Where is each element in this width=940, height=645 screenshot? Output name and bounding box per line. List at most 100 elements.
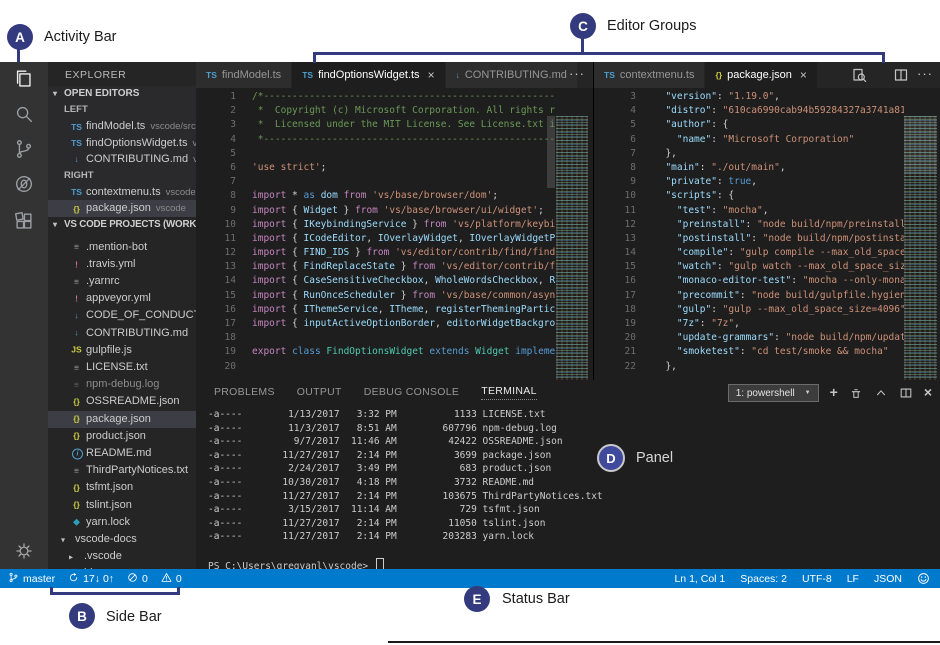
more-actions-icon[interactable]: ··· — [569, 62, 585, 86]
close-icon[interactable]: × — [428, 70, 435, 80]
annotation-c-bracket-right-tick — [882, 52, 885, 63]
tree-item[interactable]: ↓CONTRIBUTING.md — [48, 325, 196, 342]
open-editor-item[interactable]: TScontextmenu.tsvscode/src/... — [48, 184, 196, 200]
status-label: 0 — [176, 573, 182, 585]
editor-left[interactable]: 1/*-------------------------------------… — [196, 88, 593, 380]
debug-icon[interactable] — [13, 173, 35, 195]
split-panel-icon[interactable] — [899, 386, 913, 400]
split-editor-icon[interactable] — [893, 67, 909, 83]
tab-package.json[interactable]: {}package.json× — [705, 62, 817, 88]
annotation-d-letter: D — [606, 451, 615, 466]
chevron-down-icon[interactable]: ▾ — [61, 531, 65, 548]
tab-label: findOptionsWidget.ts — [318, 69, 420, 81]
terminal-picker-dropdown[interactable]: 1: powershell ▼ — [728, 384, 819, 402]
maximize-panel-icon[interactable] — [874, 386, 888, 400]
tree-item[interactable]: ≡LICENSE.txt — [48, 359, 196, 376]
panel-tab-problems[interactable]: PROBLEMS — [214, 386, 275, 398]
open-editor-item[interactable]: {}package.jsonvscode — [48, 200, 196, 216]
minimap[interactable] — [556, 116, 588, 380]
close-icon[interactable]: × — [800, 70, 807, 80]
tree-item[interactable]: {}OSSREADME.json — [48, 393, 196, 410]
tree-item[interactable]: iREADME.md — [48, 445, 196, 462]
tree-item[interactable]: ◆yarn.lock — [48, 514, 196, 531]
status-errors[interactable]: 0 — [127, 572, 148, 586]
tree-item[interactable]: ▾vscode-docs — [48, 531, 196, 548]
search-icon[interactable] — [13, 103, 35, 125]
tree-item[interactable]: !appveyor.yml — [48, 290, 196, 307]
tree-item[interactable]: ≡ThirdPartyNotices.txt — [48, 462, 196, 479]
status-label: master — [23, 573, 55, 585]
workspace-header[interactable]: ▾VS CODE PROJECTS (WORKSPACE) — [48, 217, 196, 233]
minimap-slider[interactable] — [904, 116, 937, 174]
annotation-c-label: Editor Groups — [607, 18, 696, 34]
status-label: 17↓ 0↑ — [83, 573, 114, 585]
code-line: 15 "watch": "gulp watch --max_old_space_… — [594, 260, 904, 274]
file-name: package.json — [86, 202, 151, 214]
tree-item[interactable]: ≡.yarnrc — [48, 273, 196, 290]
tree-item[interactable]: ↓CODE_OF_CONDUCT.md — [48, 307, 196, 324]
status-item[interactable]: UTF-8 — [802, 573, 832, 585]
chevron-right-icon[interactable]: ▸ — [69, 548, 73, 565]
open-editors-header[interactable]: ▾OPEN EDITORS — [48, 86, 196, 102]
terminal-line: -a---- 1/13/2017 3:32 PM 1133 LICENSE.tx… — [208, 408, 936, 422]
file-name: npm-debug.log — [86, 378, 159, 390]
source-control-icon[interactable] — [13, 138, 35, 160]
explorer-icon[interactable] — [13, 68, 35, 90]
status-item[interactable]: LF — [847, 573, 859, 585]
open-editor-item[interactable]: TSfindModel.tsvscode/src/vs/... — [48, 118, 196, 134]
status-sync[interactable]: 17↓ 0↑ — [68, 572, 114, 586]
tree-item[interactable]: {}tslint.json — [48, 497, 196, 514]
annotation-c-bracket-left-tick — [313, 52, 316, 63]
panel-tab-terminal[interactable]: TERMINAL — [481, 385, 537, 400]
status-item[interactable]: Ln 1, Col 1 — [674, 573, 725, 585]
extensions-icon[interactable] — [13, 210, 35, 232]
tree-item[interactable]: {}tsfmt.json — [48, 479, 196, 496]
settings-gear-icon[interactable] — [14, 541, 34, 561]
tree-item[interactable]: ≡npm-debug.log — [48, 376, 196, 393]
line-number: 17 — [594, 289, 654, 303]
terminal[interactable]: -a---- 1/13/2017 3:32 PM 1133 LICENSE.tx… — [208, 408, 936, 569]
tab-findModel.ts[interactable]: TSfindModel.ts — [196, 62, 292, 88]
scrollbar-slider[interactable] — [547, 116, 555, 188]
code-line: 14import { CaseSensitiveCheckbox, WholeW… — [196, 274, 556, 288]
list-file-icon: ≡ — [70, 239, 83, 256]
tab-findOptionsWidget.ts[interactable]: TSfindOptionsWidget.ts× — [292, 62, 445, 88]
file-name: .yarnrc — [86, 275, 120, 287]
tree-item[interactable]: {}package.json — [48, 411, 196, 428]
editor-right[interactable]: 3 "version": "1.19.0",4 "distro": "610ca… — [594, 88, 940, 380]
tab-contextmenu.ts[interactable]: TScontextmenu.ts — [594, 62, 705, 88]
kill-terminal-icon[interactable] — [849, 386, 863, 400]
tree-item[interactable]: !.travis.yml — [48, 256, 196, 273]
status-item[interactable]: Spaces: 2 — [740, 573, 787, 585]
tree-item[interactable]: {}product.json — [48, 428, 196, 445]
panel-tab-debug-console[interactable]: DEBUG CONSOLE — [364, 386, 460, 398]
feedback-smiley-icon[interactable] — [917, 572, 930, 585]
code-area-right[interactable]: 3 "version": "1.19.0",4 "distro": "610ca… — [594, 90, 904, 380]
tree-item[interactable]: ≡.mention-bot — [48, 239, 196, 256]
close-panel-icon[interactable]: × — [924, 386, 932, 400]
line-number: 20 — [196, 360, 252, 374]
file-name: CONTRIBUTING.md — [86, 327, 188, 339]
status-warnings[interactable]: 0 — [161, 572, 182, 586]
status-git-branch[interactable]: master — [8, 572, 55, 586]
file-name: yarn.lock — [86, 516, 130, 528]
tab-CONTRIBUTING.md[interactable]: ↓CONTRIBUTING.md — [446, 62, 578, 88]
open-editor-item[interactable]: ↓CONTRIBUTING.mdvscode — [48, 151, 196, 167]
code-area-left[interactable]: 1/*-------------------------------------… — [196, 90, 556, 380]
file-name: findModel.ts — [86, 120, 145, 132]
status-bar-left: master 17↓ 0↑ 0 0 — [0, 572, 182, 586]
annotation-c-leader-line — [581, 38, 584, 52]
more-actions-icon[interactable]: ··· — [917, 62, 933, 86]
tree-item[interactable]: JSgulpfile.js — [48, 342, 196, 359]
tree-item[interactable]: ▸.vscode — [48, 548, 196, 565]
open-preview-icon[interactable] — [851, 67, 867, 83]
line-number: 19 — [594, 317, 654, 331]
new-terminal-icon[interactable]: + — [830, 386, 838, 400]
yml-file-icon: ! — [70, 290, 83, 307]
panel-tab-output[interactable]: OUTPUT — [297, 386, 342, 398]
code-line: 11import { ICodeEditor, IOverlayWidget, … — [196, 232, 556, 246]
line-number: 2 — [196, 104, 252, 118]
open-editor-item[interactable]: TSfindOptionsWidget.tsvsco... — [48, 135, 196, 151]
code-line: 8 "main": "./out/main", — [594, 161, 904, 175]
status-item[interactable]: JSON — [874, 573, 902, 585]
